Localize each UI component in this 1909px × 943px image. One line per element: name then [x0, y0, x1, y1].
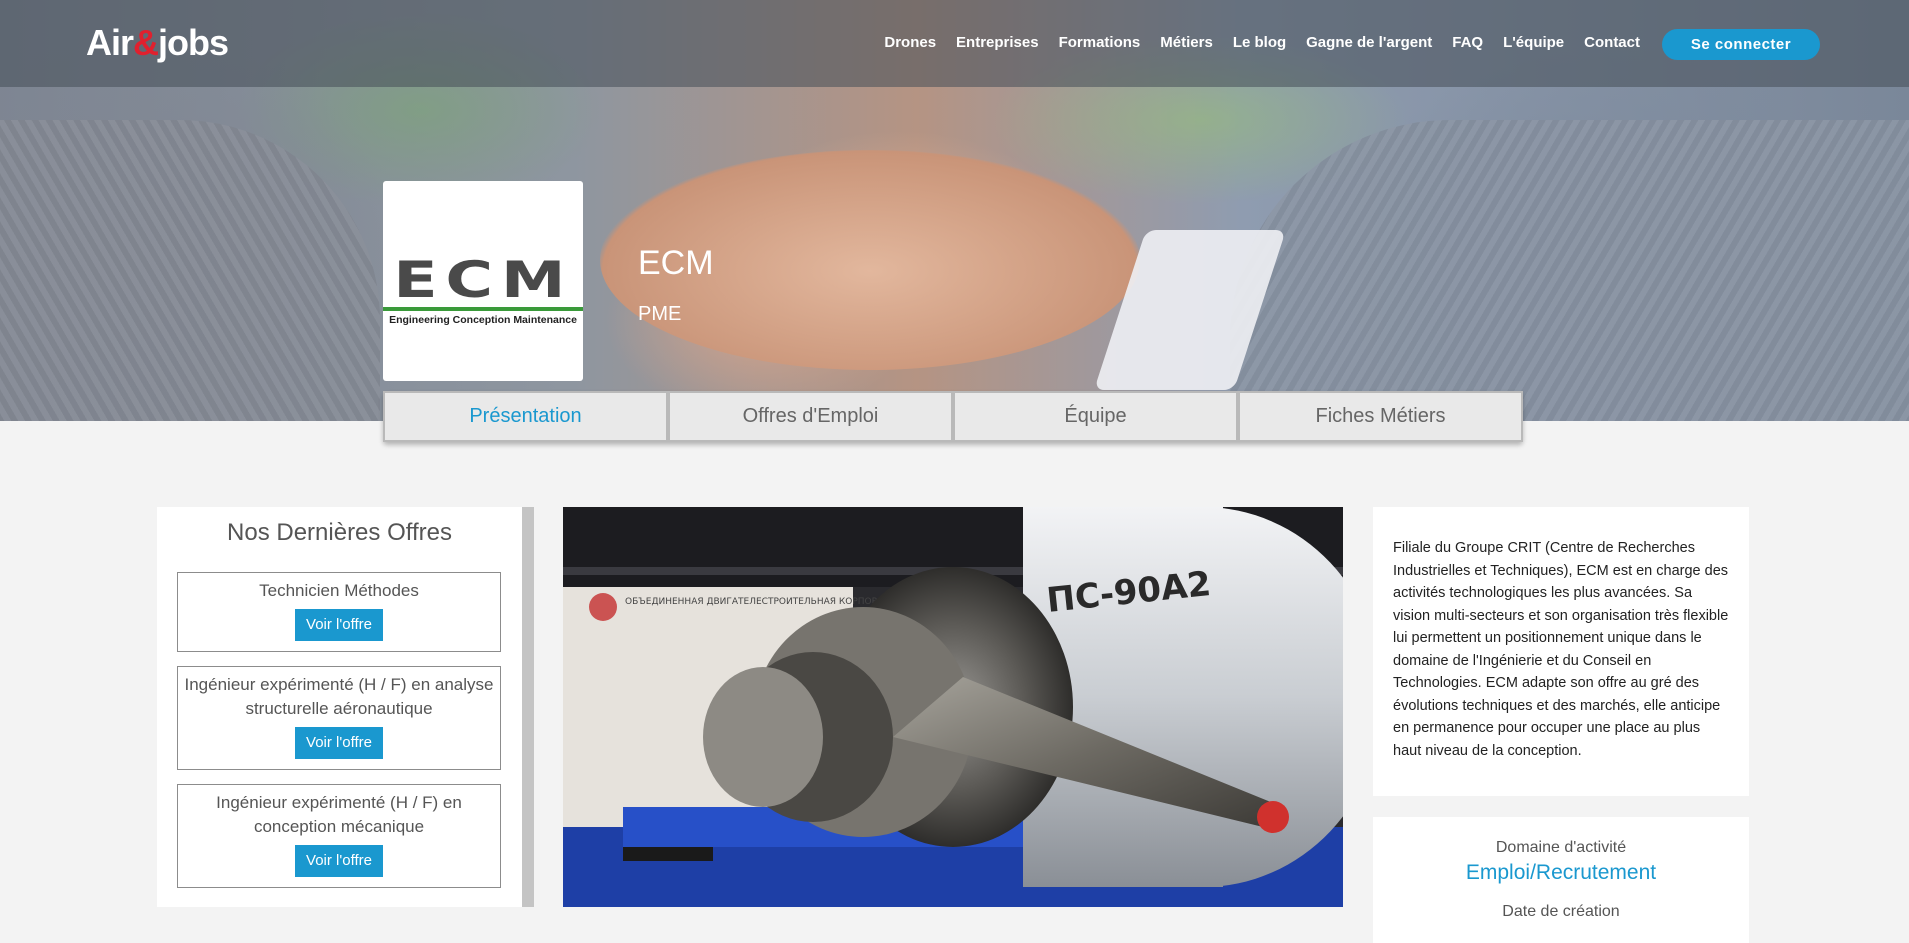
view-offer-button[interactable]: Voir l'offre — [295, 609, 383, 641]
view-offer-button[interactable]: Voir l'offre — [295, 845, 383, 877]
offer-title: Ingénieur expérimenté (H / F) en analyse… — [184, 675, 494, 718]
domain-label: Domaine d'activité — [1495, 839, 1627, 856]
nav-blog[interactable]: Le blog — [1233, 34, 1286, 51]
company-name: ECM — [638, 244, 714, 282]
nav-contact[interactable]: Contact — [1584, 34, 1640, 51]
tab-fiches-metiers[interactable]: Fiches Métiers — [1238, 391, 1523, 442]
company-logo: ECM Engineering Conception Maintenance — [383, 181, 583, 381]
tab-equipe[interactable]: Équipe — [953, 391, 1238, 442]
latest-offers-panel: Nos Dernières Offres Technicien Méthodes… — [157, 507, 534, 907]
nav-formations[interactable]: Formations — [1059, 34, 1141, 51]
offer-title: Technicien Méthodes — [259, 581, 419, 600]
site-logo[interactable]: Air&jobs — [86, 22, 229, 64]
view-offer-button[interactable]: Voir l'offre — [295, 727, 383, 759]
company-type: PME — [638, 303, 682, 325]
top-navbar: Air&jobs Drones Entreprises Formations M… — [0, 0, 1909, 87]
creation-date-label: Date de création — [1502, 903, 1620, 920]
offer-card: Ingénieur expérimenté (H / F) en analyse… — [177, 666, 501, 770]
nav-faq[interactable]: FAQ — [1452, 34, 1483, 51]
domain-value: Emploi/Recrutement — [1465, 861, 1657, 884]
company-logo-tagline: Engineering Conception Maintenance — [389, 313, 577, 326]
hero-right-sleeve — [1230, 120, 1909, 421]
company-description: Filiale du Groupe CRIT (Centre de Recher… — [1373, 507, 1749, 796]
login-button[interactable]: Se connecter — [1662, 29, 1820, 60]
offers-scrollbar[interactable] — [522, 507, 534, 907]
jet-engine-illustration: ОБЪЕДИНЕННАЯ ДВИГАТЕЛЕСТРОИТЕЛЬНАЯ КОРПО… — [563, 507, 1343, 907]
tab-presentation[interactable]: Présentation — [383, 391, 668, 442]
logo-text-jobs: jobs — [158, 22, 229, 63]
main-nav: Drones Entreprises Formations Métiers Le… — [864, 34, 1640, 51]
offer-title: Ingénieur expérimenté (H / F) en concept… — [216, 793, 462, 836]
hero-left-sleeve — [0, 120, 380, 421]
offer-card: Ingénieur expérimenté (H / F) en concept… — [177, 784, 501, 888]
nav-drones[interactable]: Drones — [884, 34, 936, 51]
offers-heading: Nos Dernières Offres — [227, 519, 452, 546]
offer-card: Technicien Méthodes Voir l'offre — [177, 572, 501, 652]
logo-ampersand: & — [133, 22, 159, 63]
logo-text-air: Air — [86, 22, 134, 63]
tab-offres-emploi[interactable]: Offres d'Emploi — [668, 391, 953, 442]
company-meta-panel: Domaine d'activité Emploi/Recrutement Da… — [1373, 817, 1749, 943]
nav-metiers[interactable]: Métiers — [1160, 34, 1213, 51]
nav-gagne-argent[interactable]: Gagne de l'argent — [1306, 34, 1432, 51]
company-logo-mark: ECM — [392, 250, 574, 309]
nav-equipe[interactable]: L'équipe — [1503, 34, 1564, 51]
company-photo: ОБЪЕДИНЕННАЯ ДВИГАТЕЛЕСТРОИТЕЛЬНАЯ КОРПО… — [563, 507, 1343, 907]
stand-sign: ОБЪЕДИНЕННАЯ ДВИГАТЕЛЕСТРОИТЕЛЬНАЯ КОРПО… — [625, 597, 903, 607]
nav-entreprises[interactable]: Entreprises — [956, 34, 1039, 51]
company-tabs: Présentation Offres d'Emploi Équipe Fich… — [383, 391, 1523, 442]
